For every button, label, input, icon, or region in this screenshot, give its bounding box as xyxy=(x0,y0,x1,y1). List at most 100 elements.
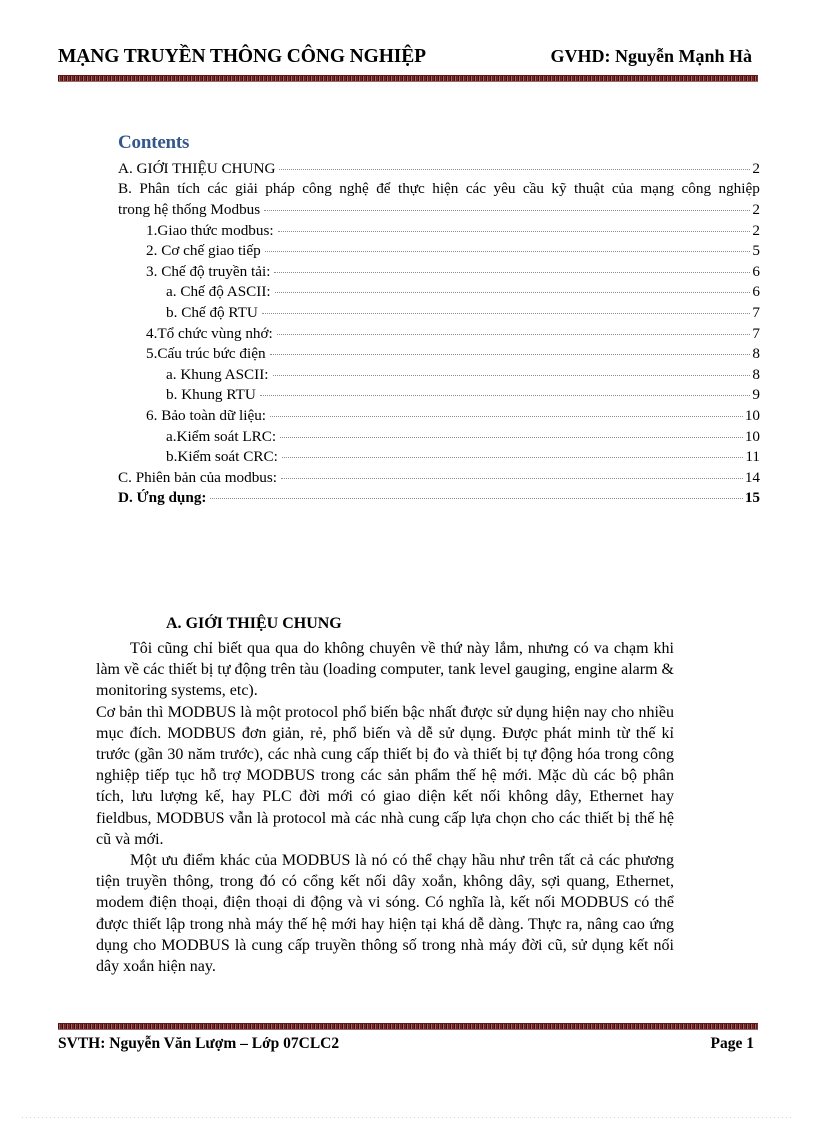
toc-entry-word: hiện xyxy=(432,180,459,198)
toc-entry[interactable]: B. Phân tích các giải pháp công nghệ để thực hiện c… xyxy=(118,179,760,220)
toc-entry[interactable]: 5.Cấu trúc bức điện 8 xyxy=(146,344,760,365)
toc-leader-dots xyxy=(269,354,751,356)
toc-entry[interactable]: D. Ứng dụng: 15 xyxy=(118,488,760,509)
body-paragraph-2: Cơ bản thì MODBUS là một protocol phổ bi… xyxy=(96,703,674,848)
toc-entry[interactable]: 4.Tổ chức vùng nhớ: 7 xyxy=(146,324,760,345)
toc-leader-dots xyxy=(272,374,751,376)
section-heading: A. GIỚI THIỆU CHUNG xyxy=(96,613,674,635)
toc-entry[interactable]: 2. Cơ chế giao tiếp 5 xyxy=(146,241,760,262)
toc-entry-label: 2. Cơ chế giao tiếp xyxy=(146,242,261,260)
toc-leader-dots xyxy=(210,498,743,500)
toc-leader-dots xyxy=(261,313,751,315)
section-title: GIỚI THIỆU CHUNG xyxy=(185,615,342,632)
toc-entry-page-number: 10 xyxy=(744,427,760,445)
toc-entry[interactable]: a. Khung ASCII: 8 xyxy=(166,365,760,386)
toc-entry[interactable]: a. Chế độ ASCII: 6 xyxy=(166,282,760,303)
toc-leader-dots xyxy=(277,230,751,232)
toc-entry-page-number: 2 xyxy=(752,159,760,177)
toc-entry-word: công xyxy=(681,180,712,198)
page-footer: SVTH: Nguyễn Văn Lượm – Lớp 07CLC2 Page … xyxy=(58,1035,758,1053)
toc-entry-page-number: 10 xyxy=(744,407,760,425)
toc-entry-page-number: 11 xyxy=(745,448,760,466)
toc-leader-dots xyxy=(259,395,751,397)
contents-heading: Contents xyxy=(118,132,190,153)
toc-entry-label: C. Phiên bản của modbus: xyxy=(118,468,278,486)
toc-entry-word: thực xyxy=(397,180,425,198)
toc-leader-dots xyxy=(270,416,743,418)
toc-entry[interactable]: A. GIỚI THIỆU CHUNG 2 xyxy=(118,159,760,180)
toc-entry-label: a.Kiểm soát LRC: xyxy=(166,427,277,445)
toc-entry[interactable]: C. Phiên bản của modbus: 14 xyxy=(118,468,760,489)
toc-leader-dots xyxy=(276,333,751,335)
footer-student-info: SVTH: Nguyễn Văn Lượm – Lớp 07CLC2 xyxy=(58,1035,340,1052)
toc-entry-word: để xyxy=(376,180,391,198)
toc-entry[interactable]: b. Chế độ RTU 7 xyxy=(166,303,760,324)
toc-entry-word: công xyxy=(302,180,332,198)
toc-leader-dots xyxy=(274,271,751,273)
toc-entry-label: a. Khung ASCII: xyxy=(166,365,269,383)
toc-entry-word: các xyxy=(465,180,487,198)
toc-entry-word: mạng xyxy=(640,180,675,198)
toc-entry-word: thuật xyxy=(574,180,605,198)
body-paragraph-1: Tôi cũng chỉ biết qua qua do không chuyê… xyxy=(96,640,674,700)
toc-entry[interactable]: b.Kiểm soát CRC: 11 xyxy=(166,447,760,468)
toc-entry-word: kỹ xyxy=(551,180,567,198)
toc-entry-page-number: 8 xyxy=(752,365,760,383)
toc-entry-label: 6. Bảo toàn dữ liệu: xyxy=(146,407,267,425)
header-course-title: MẠNG TRUYỀN THÔNG CÔNG NGHIỆP xyxy=(58,46,426,67)
toc-entry-word: giải xyxy=(235,180,258,198)
toc-leader-dots xyxy=(264,251,751,253)
toc-entry-label: b. Khung RTU xyxy=(166,386,256,404)
toc-entry-page-number: 7 xyxy=(752,304,760,322)
toc-entry-label: 5.Cấu trúc bức điện xyxy=(146,345,266,363)
section-letter: A. xyxy=(166,615,182,632)
toc-entry[interactable]: 3. Chế độ truyền tải: 6 xyxy=(146,262,760,283)
toc-entry-word: các xyxy=(207,180,228,198)
toc-entry-word: của xyxy=(611,180,633,198)
toc-entry-label: A. GIỚI THIỆU CHUNG xyxy=(118,159,276,177)
page-bottom-dotted-edge xyxy=(22,1117,794,1118)
toc-entry-label: D. Ứng dụng: xyxy=(118,489,207,507)
toc-entry-page-number: 9 xyxy=(752,386,760,404)
toc-entry-label: 1.Giao thức modbus: xyxy=(146,221,274,239)
toc-entry-label: b.Kiểm soát CRC: xyxy=(166,448,278,466)
toc-entry-list: A. GIỚI THIỆU CHUNG 2 B. Phân tích các giải phá… xyxy=(118,159,760,509)
toc-leader-dots xyxy=(264,210,751,212)
toc-leader-dots xyxy=(279,168,751,170)
toc-entry-page-number: 2 xyxy=(752,201,760,219)
toc-entry-page-number: 8 xyxy=(752,345,760,363)
toc-leader-dots xyxy=(280,436,743,438)
toc-entry-label: a. Chế độ ASCII: xyxy=(166,283,271,301)
toc-entry-word: cầu xyxy=(522,180,544,198)
toc-entry-word: nghiệp xyxy=(718,180,760,198)
toc-leader-dots xyxy=(274,292,751,294)
toc-entry-page-number: 7 xyxy=(752,324,760,342)
toc-entry-label: trong hệ thống Modbus xyxy=(118,201,261,219)
toc-entry[interactable]: 1.Giao thức modbus: 2 xyxy=(146,221,760,242)
toc-entry-page-number: 6 xyxy=(752,283,760,301)
toc-entry-page-number: 15 xyxy=(744,489,760,507)
document-page: MẠNG TRUYỀN THÔNG CÔNG NGHIỆP GVHD: Nguy… xyxy=(0,0,816,1123)
toc-entry[interactable]: a.Kiểm soát LRC: 10 xyxy=(166,427,760,448)
toc-entry-word: nghệ xyxy=(339,180,369,198)
toc-entry-page-number: 6 xyxy=(752,262,760,280)
toc-leader-dots xyxy=(281,457,744,459)
toc-entry-page-number: 2 xyxy=(752,221,760,239)
table-of-contents: Contents A. GIỚI THIỆU CHUNG 2 B. Phân tích c… xyxy=(118,132,760,509)
toc-entry-word: pháp xyxy=(265,180,295,198)
footer-divider-rule xyxy=(58,1023,758,1030)
header-divider-rule xyxy=(58,75,758,82)
toc-entry[interactable]: 6. Bảo toàn dữ liệu: 10 xyxy=(146,406,760,427)
body-paragraph-3: Một ưu điểm khác của MODBUS là nó có thể… xyxy=(96,852,674,976)
page-header: MẠNG TRUYỀN THÔNG CÔNG NGHIỆP GVHD: Nguy… xyxy=(58,46,758,68)
toc-entry-page-number: 14 xyxy=(744,468,760,486)
toc-leader-dots xyxy=(281,477,743,479)
toc-entry-label: B. Phân tích các giải pháp công nghệ để thực hiện c… xyxy=(118,179,760,200)
document-body: A. GIỚI THIỆU CHUNG Tôi cũng chỉ biết qu… xyxy=(96,613,674,977)
toc-entry-continuation: trong hệ thống Modbus 2 xyxy=(118,200,760,221)
toc-entry-label: b. Chế độ RTU xyxy=(166,304,258,322)
toc-entry-word: B. xyxy=(118,180,132,198)
header-instructor: GVHD: Nguyễn Mạnh Hà xyxy=(550,46,752,66)
toc-entry-label: 4.Tổ chức vùng nhớ: xyxy=(146,324,273,342)
toc-entry[interactable]: b. Khung RTU 9 xyxy=(166,385,760,406)
